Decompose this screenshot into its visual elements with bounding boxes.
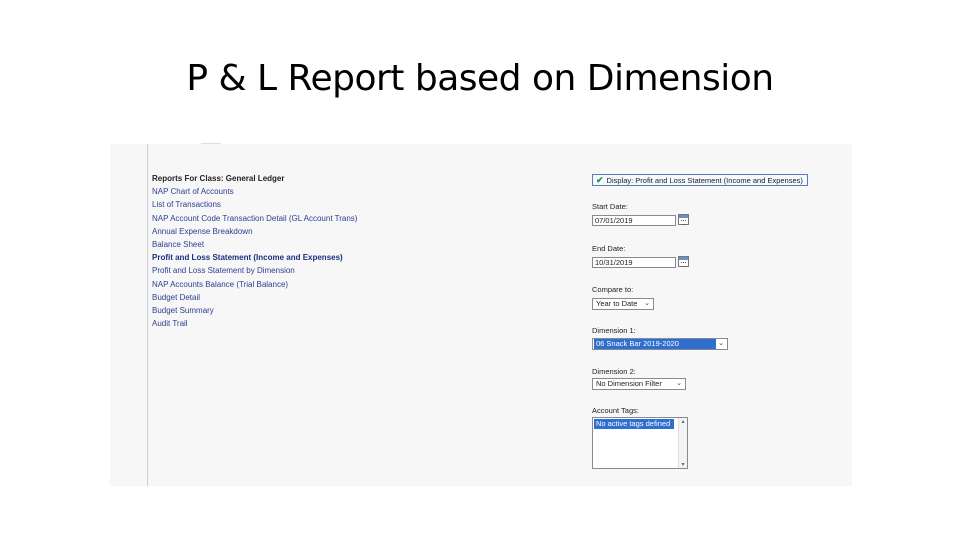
scroll-down-icon[interactable]: ▾	[679, 461, 687, 468]
end-date-input[interactable]: 10/31/2019	[592, 257, 676, 268]
report-link-profit-and-loss[interactable]: Profit and Loss Statement (Income and Ex…	[152, 251, 357, 264]
listbox-scrollbar[interactable]: ▴ ▾	[678, 418, 687, 468]
report-list-heading: Reports For Class: General Ledger	[152, 174, 285, 183]
dimension-2-label: Dimension 2:	[592, 367, 636, 376]
compare-to-select[interactable]: Year to Date ⌄	[592, 298, 654, 310]
display-report-button[interactable]: ✔ Display: Profit and Loss Statement (In…	[592, 174, 808, 186]
scroll-up-icon[interactable]: ▴	[679, 418, 687, 425]
chevron-down-icon: ⌄	[676, 380, 682, 387]
report-link-list-of-transactions[interactable]: List of Transactions	[152, 198, 357, 211]
report-link-chart-of-accounts[interactable]: NAP Chart of Accounts	[152, 185, 357, 198]
chevron-down-icon: ⌄	[644, 300, 650, 307]
start-date-input[interactable]: 07/01/2019	[592, 215, 676, 226]
slide-title: P & L Report based on Dimension	[186, 58, 774, 99]
dimension-1-label: Dimension 1:	[592, 326, 636, 335]
report-link-annual-expense-breakdown[interactable]: Annual Expense Breakdown	[152, 225, 357, 238]
checkmark-icon: ✔	[596, 175, 604, 185]
start-date-label: Start Date:	[592, 202, 628, 211]
report-link-balance-sheet[interactable]: Balance Sheet	[152, 238, 357, 251]
display-report-label: Display: Profit and Loss Statement (Inco…	[606, 175, 803, 185]
dimension-1-select[interactable]: 06 Snack Bar 2019-2020 ⌄	[592, 338, 728, 350]
dimension-2-value: No Dimension Filter	[596, 379, 662, 388]
account-tags-option[interactable]: No active tags defined	[594, 419, 674, 429]
chevron-down-icon: ⌄	[718, 340, 724, 347]
account-tags-listbox[interactable]: No active tags defined ▴ ▾	[592, 417, 688, 469]
report-link-profit-and-loss-by-dimension[interactable]: Profit and Loss Statement by Dimension	[152, 264, 357, 277]
report-link-audit-trail[interactable]: Audit Trail	[152, 317, 357, 330]
report-link-budget-detail[interactable]: Budget Detail	[152, 291, 357, 304]
report-link-trial-balance[interactable]: NAP Accounts Balance (Trial Balance)	[152, 278, 357, 291]
calendar-icon[interactable]	[678, 256, 689, 267]
dimension-1-value: 06 Snack Bar 2019-2020	[594, 339, 716, 349]
compare-to-label: Compare to:	[592, 285, 634, 294]
compare-to-value: Year to Date	[596, 299, 638, 308]
end-date-label: End Date:	[592, 244, 626, 253]
calendar-icon[interactable]	[678, 214, 689, 225]
panel-divider	[147, 144, 148, 486]
report-list: Reports For Class: General Ledger NAP Ch…	[152, 172, 357, 330]
report-link-budget-summary[interactable]: Budget Summary	[152, 304, 357, 317]
dimension-2-select[interactable]: No Dimension Filter ⌄	[592, 378, 686, 390]
account-tags-label: Account Tags:	[592, 406, 639, 415]
report-link-account-code-transaction-detail[interactable]: NAP Account Code Transaction Detail (GL …	[152, 212, 357, 225]
